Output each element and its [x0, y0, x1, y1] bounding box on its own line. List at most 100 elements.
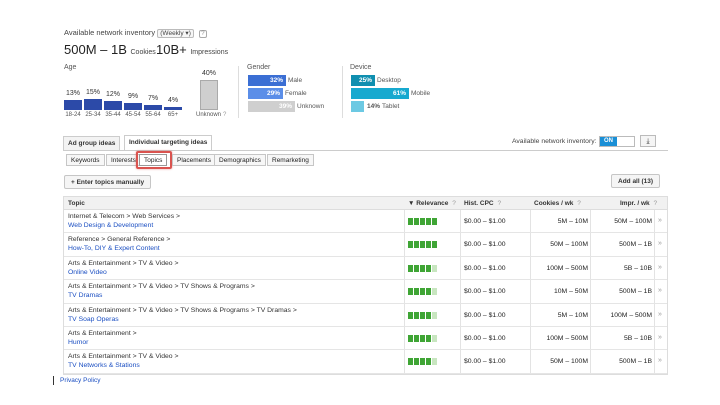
enter-topics-button[interactable]: + Enter topics manually [64, 175, 152, 189]
gender-label: Gender [247, 64, 271, 71]
device-row-desktop: 25% Desktop [351, 75, 461, 86]
tab-ad-group-ideas[interactable]: Ad group ideas [63, 136, 121, 150]
col-impr-label: Impr. / wk [620, 200, 650, 207]
topic-link[interactable]: TV Dramas [68, 292, 102, 299]
impressions-per-week: 500M – 1B [619, 241, 652, 249]
subtab-placements[interactable]: Placements [172, 154, 216, 166]
subtab-keywords[interactable]: Keywords [66, 154, 105, 166]
impressions-per-week: 500M – 1B [619, 288, 652, 296]
cookies-per-week: 100M – 500M [546, 334, 588, 342]
add-row-chevron-icon[interactable]: » [658, 217, 662, 224]
inventory-toggle[interactable]: ON [599, 136, 635, 147]
relevance-block [432, 358, 437, 366]
relevance-block [426, 288, 431, 296]
subtab-topics[interactable]: Topics [139, 154, 168, 166]
relevance-block [432, 264, 437, 272]
device-pct-outside: 14% [367, 103, 381, 110]
inventory-header: Available network inventory (Weekly ▾) ? [64, 28, 207, 38]
help-icon[interactable]: ? [198, 30, 207, 38]
relevance-meter [408, 311, 437, 319]
help-icon[interactable]: ? [497, 200, 501, 207]
impressions-per-week: 500M – 1B [619, 358, 652, 366]
subtab-demographics[interactable]: Demographics [214, 154, 266, 166]
column-divider [654, 233, 655, 256]
table-row[interactable]: Arts & Entertainment > TV & Video > TV S… [64, 280, 667, 304]
period-select[interactable]: (Weekly ▾) [157, 29, 194, 38]
gender-bar: 29% [248, 88, 283, 99]
age-pct-label: 4% [167, 97, 179, 104]
topic-link[interactable]: TV Soap Operas [68, 316, 119, 323]
column-divider [460, 303, 461, 326]
table-row[interactable]: Arts & Entertainment > TV & Video > TV S… [64, 303, 667, 327]
device-row-mobile: 61% Mobile [351, 88, 461, 99]
subtab-remarketing[interactable]: Remarketing [267, 154, 314, 166]
column-divider [404, 326, 405, 350]
topic-path: Arts & Entertainment > TV & Video > TV S… [68, 283, 255, 291]
table-row[interactable]: Reference > General Reference > How-To, D… [64, 233, 667, 257]
add-row-chevron-icon[interactable]: » [658, 357, 662, 364]
age-pct-label: 12% [105, 91, 120, 98]
gender-chart: 32% Male 29% Female 39% Unknown [248, 75, 340, 114]
topic-link[interactable]: Web Design & Development [68, 222, 153, 229]
relevance-block [408, 288, 413, 296]
relevance-block [432, 218, 437, 225]
table-row[interactable]: Arts & Entertainment > Humor $0.00 – $1.00… [64, 326, 667, 351]
download-button[interactable]: ⤓ [640, 135, 656, 147]
table-row[interactable]: Internet & Telecom > Web Services > Web D… [64, 210, 667, 234]
help-icon[interactable]: ? [577, 200, 581, 207]
relevance-block [426, 311, 431, 319]
col-relevance[interactable]: ▼ Relevance ? [408, 197, 456, 210]
table-row[interactable]: Arts & Entertainment > TV & Video > Onlin… [64, 256, 667, 281]
add-all-button[interactable]: Add all (13) [611, 174, 661, 188]
col-impr[interactable]: Impr. / wk ? [620, 197, 657, 210]
cookies-per-week: 5M – 10M [557, 218, 588, 225]
age-group-label: 65+ [167, 112, 179, 118]
relevance-block [432, 334, 437, 342]
hist-cpc: $0.00 – $1.00 [464, 241, 506, 249]
column-divider [654, 256, 655, 280]
topic-link[interactable]: Humor [68, 339, 88, 346]
hist-cpc: $0.00 – $1.00 [464, 264, 506, 272]
topic-path: Arts & Entertainment > TV & Video > TV S… [68, 306, 297, 314]
relevance-block [408, 264, 413, 272]
topic-path: Reference > General Reference > [68, 236, 171, 244]
col-cookies[interactable]: Cookies / wk ? [534, 197, 581, 210]
relevance-block [408, 358, 413, 366]
topic-link[interactable]: TV Networks & Stations [68, 362, 140, 369]
column-divider [404, 303, 405, 326]
help-icon[interactable]: ? [452, 200, 456, 207]
hist-cpc: $0.00 – $1.00 [464, 358, 506, 366]
help-icon[interactable]: ? [223, 112, 226, 118]
add-row-chevron-icon[interactable]: » [658, 264, 662, 271]
add-row-chevron-icon[interactable]: » [658, 240, 662, 247]
relevance-block [420, 218, 425, 225]
divider [342, 66, 343, 118]
age-group-label: 55-64 [145, 112, 161, 118]
topic-path: Arts & Entertainment > [68, 329, 137, 337]
inventory-toggle-label: Available network inventory: [512, 138, 597, 145]
privacy-policy-link[interactable]: Privacy Policy [60, 377, 100, 384]
gender-row-unknown: 39% Unknown [248, 101, 340, 112]
device-bar: 25% [351, 75, 375, 86]
col-topic[interactable]: Topic [68, 197, 85, 210]
tab-individual-targeting-ideas[interactable]: Individual targeting ideas [124, 135, 213, 150]
topic-link[interactable]: How-To, DIY & Expert Content [68, 245, 160, 252]
add-row-chevron-icon[interactable]: » [658, 311, 662, 318]
device-bar: 14% [351, 101, 364, 112]
relevance-block [414, 288, 419, 296]
add-row-chevron-icon[interactable]: » [658, 287, 662, 294]
column-divider [654, 326, 655, 350]
table-row[interactable]: Arts & Entertainment > TV & Video > TV Ne… [64, 350, 667, 374]
cookies-per-week: 100M – 500M [546, 264, 588, 272]
relevance-block [426, 358, 431, 366]
column-divider [654, 280, 655, 303]
add-row-chevron-icon[interactable]: » [658, 334, 662, 341]
topic-link[interactable]: Online Video [68, 269, 107, 276]
table-header: Topic ▼ Relevance ? Hist. CPC ? Cookies … [64, 197, 667, 210]
relevance-block [426, 334, 431, 342]
help-icon[interactable]: ? [653, 200, 657, 207]
relevance-block [420, 241, 425, 249]
column-divider [530, 350, 531, 373]
age-group-label: 45-54 [125, 112, 141, 118]
col-cpc[interactable]: Hist. CPC ? [464, 197, 501, 210]
